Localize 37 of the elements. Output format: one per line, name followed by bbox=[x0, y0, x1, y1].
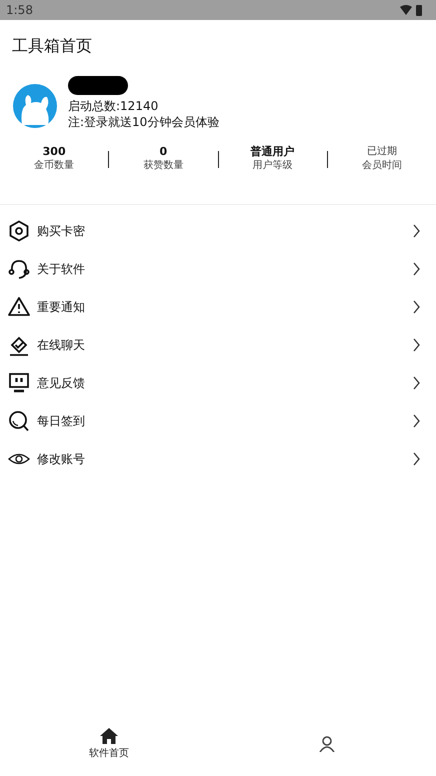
menu-item[interactable]: 修改账号 bbox=[0, 440, 436, 478]
stat-value: 已过期 bbox=[366, 145, 397, 159]
monitor-icon bbox=[8, 372, 30, 394]
chevron-icon bbox=[413, 414, 420, 428]
menu-item[interactable]: 意见反馈 bbox=[0, 364, 436, 402]
search-icon bbox=[8, 410, 30, 432]
stat-label: 用户等级 bbox=[252, 159, 293, 173]
menu-item[interactable]: 每日签到 bbox=[0, 402, 436, 440]
avatar-icon bbox=[12, 83, 58, 129]
stat-value: 300 bbox=[42, 145, 66, 159]
headset-icon bbox=[8, 258, 30, 280]
menu-item[interactable]: 关于软件 bbox=[0, 250, 436, 288]
menu-item[interactable]: 在线聊天 bbox=[0, 326, 436, 364]
chevron-icon bbox=[413, 300, 420, 314]
stat-value: 0 bbox=[160, 145, 168, 159]
menu-item[interactable]: 购买卡密 bbox=[0, 212, 436, 250]
nav-tab[interactable]: 软件首页 bbox=[0, 722, 218, 766]
stat-label: 获赞数量 bbox=[143, 159, 184, 173]
status-time: 1:58 bbox=[6, 3, 33, 17]
menu-item[interactable]: 重要通知 bbox=[0, 288, 436, 326]
wifi-battery-icon bbox=[400, 4, 424, 16]
stat-label: 会员时间 bbox=[362, 159, 402, 173]
chevron-icon bbox=[413, 452, 420, 466]
warning-icon bbox=[8, 296, 30, 318]
stat-label: 金币数量 bbox=[34, 159, 74, 173]
checkmark-icon bbox=[8, 334, 30, 356]
page-title: 工具箱首页 bbox=[11, 35, 93, 57]
hexagon-icon bbox=[8, 220, 30, 242]
stat-value: 普通用户 bbox=[250, 145, 295, 159]
launch-count: 启动总数:12140 bbox=[68, 98, 160, 114]
home-icon bbox=[100, 728, 118, 744]
chevron-icon bbox=[413, 262, 420, 276]
person-icon[interactable] bbox=[318, 736, 336, 752]
chevron-icon bbox=[413, 224, 420, 238]
promo-note: 注:登录就送10分钟会员体验 bbox=[68, 114, 220, 130]
chevron-icon bbox=[413, 376, 420, 390]
chevron-icon bbox=[413, 338, 420, 352]
